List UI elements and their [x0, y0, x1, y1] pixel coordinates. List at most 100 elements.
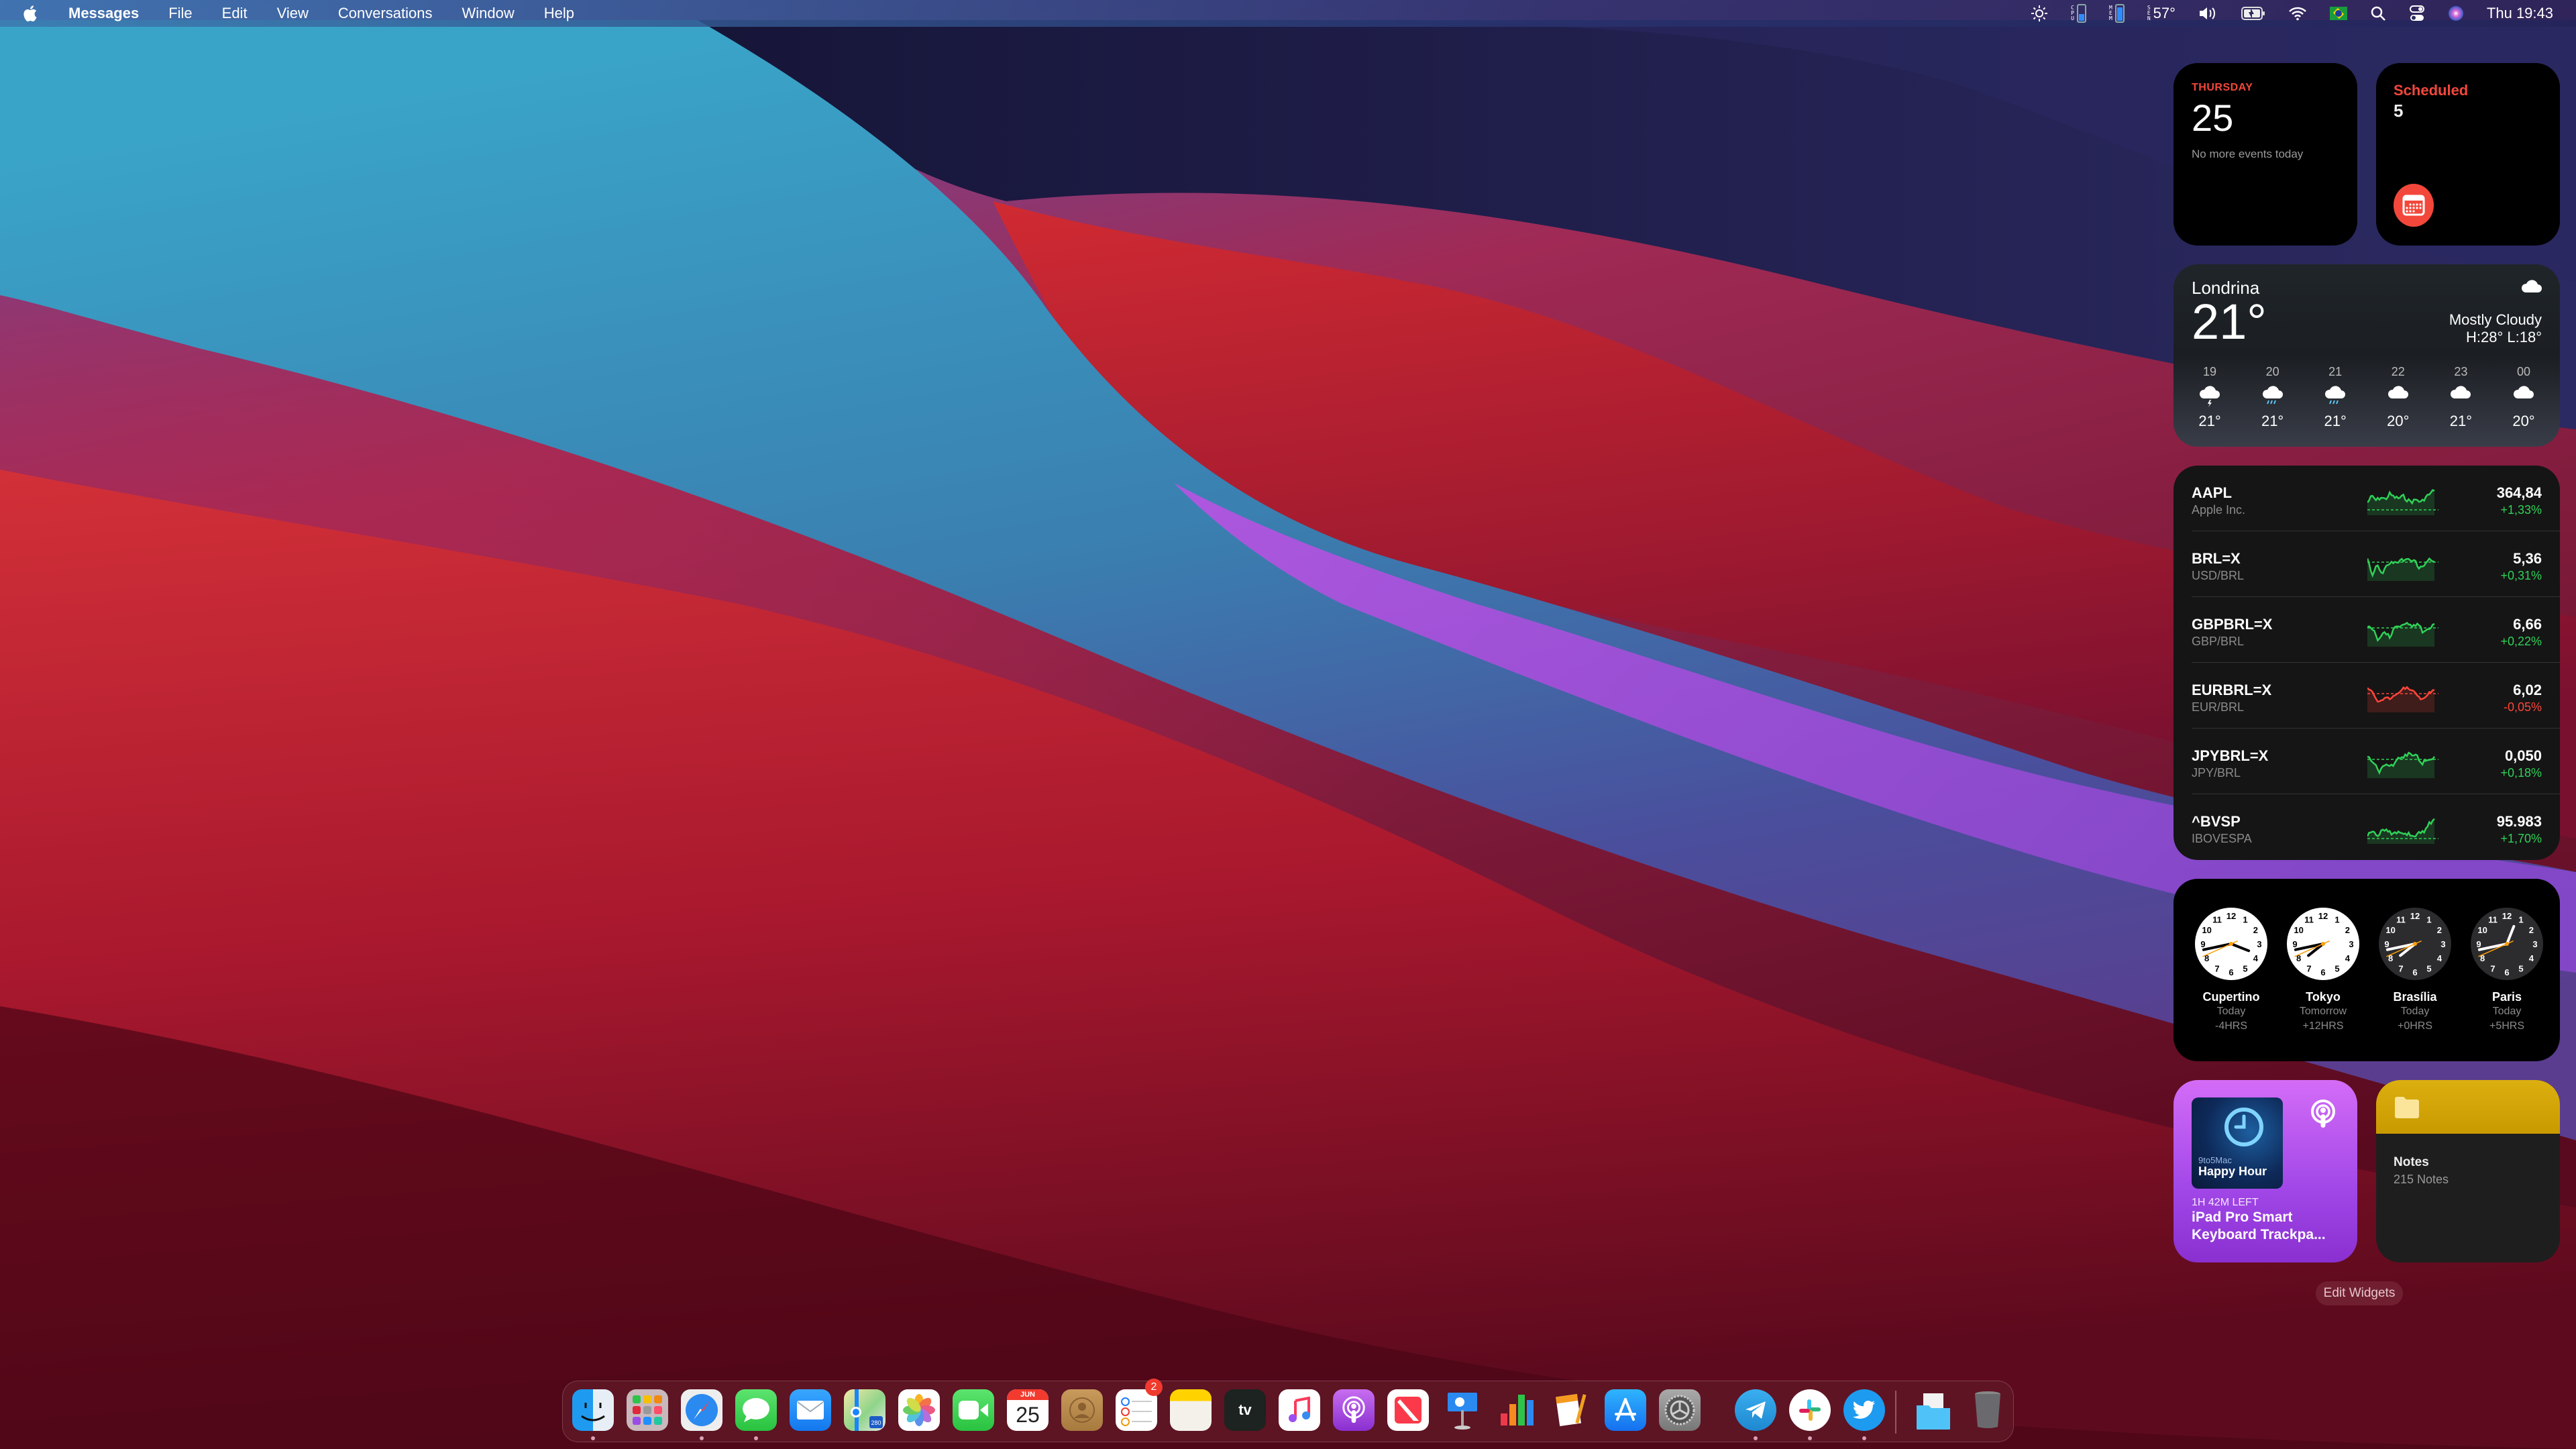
dock-app-facetime[interactable] [953, 1389, 994, 1431]
svg-text:11: 11 [2488, 915, 2498, 925]
menubar-clock[interactable]: Thu 19:43 [2487, 5, 2553, 22]
spotlight-search-icon[interactable] [2370, 0, 2386, 27]
dock-app-notes[interactable] [1170, 1389, 1212, 1431]
podcast-time-left: 1H 42M LEFT [2192, 1197, 2259, 1208]
stock-change: +0,18% [2500, 766, 2542, 780]
hourly-forecast-item: 19 21° [2187, 365, 2233, 430]
dock-app-photos[interactable] [898, 1389, 940, 1431]
sensor-temp-icon[interactable]: SEN 57° [2147, 0, 2176, 27]
world-clock-item[interactable]: 1 2 3 4 5 6 7 8 9 10 11 12 Cupertino Today -4HRS [2184, 907, 2278, 1034]
dock-app-trash[interactable] [1967, 1389, 2008, 1431]
dock-app-app-store[interactable] [1605, 1389, 1646, 1431]
svg-text:11: 11 [2396, 915, 2406, 925]
control-center-icon[interactable] [2409, 0, 2425, 27]
dock-app-pages[interactable] [1550, 1389, 1592, 1431]
dock-app-maps[interactable]: 280 [844, 1389, 885, 1431]
forecast-temp: 21° [2198, 413, 2221, 429]
menu-help[interactable]: Help [544, 5, 574, 22]
stock-row[interactable]: EURBRL=X EUR/BRL 6,02 -0,05% [2192, 663, 2560, 729]
world-clock-item[interactable]: 1 2 3 4 5 6 7 8 9 10 11 12 Paris Today +5HRS [2460, 907, 2554, 1034]
svg-text:1: 1 [2426, 915, 2431, 925]
stock-symbol: ^BVSP [2192, 813, 2241, 830]
dock-app-numbers[interactable] [1496, 1389, 1538, 1431]
svg-text:5: 5 [2518, 963, 2523, 973]
apple-menu-icon[interactable] [23, 5, 38, 22]
clock-city: Cupertino [2202, 990, 2260, 1004]
menu-app-name[interactable]: Messages [68, 5, 139, 22]
podcasts-widget[interactable]: 9to5Mac Happy Hour 1H 42M LEFT iPad Pro … [2174, 1080, 2357, 1263]
dock-app-news[interactable] [1387, 1389, 1429, 1431]
svg-text:10: 10 [2202, 925, 2211, 935]
scheduled-list-button[interactable] [2394, 184, 2434, 227]
stock-name: Apple Inc. [2192, 503, 2246, 517]
menu-view[interactable]: View [277, 5, 309, 22]
input-source-icon[interactable] [2329, 0, 2347, 27]
dock-app-calendar[interactable]: JUN 25 [1007, 1389, 1049, 1431]
stock-sparkline [2367, 557, 2438, 581]
dock-app-music[interactable] [1279, 1389, 1320, 1431]
dock-app-podcasts[interactable] [1333, 1389, 1375, 1431]
svg-text:12: 12 [2410, 911, 2420, 921]
brightness-icon[interactable] [2031, 0, 2048, 27]
dock-app-twitter[interactable] [1843, 1389, 1885, 1431]
podcast-episode-title: iPad Pro Smart Keyboard Trackpa... [2192, 1210, 2326, 1242]
svg-text:3: 3 [2532, 939, 2537, 949]
world-clock-item[interactable]: 1 2 3 4 5 6 7 8 9 10 11 12 Brasília Today +0HRS [2368, 907, 2462, 1034]
weather-widget[interactable]: Londrina 21° Mostly Cloudy H:28° L:18° 1… [2174, 264, 2560, 447]
stock-row[interactable]: GBPBRL=X GBP/BRL 6,66 +0,22% [2192, 597, 2560, 663]
menu-conversations[interactable]: Conversations [338, 5, 433, 22]
stock-row[interactable]: JPYBRL=X JPY/BRL 0,050 +0,18% [2192, 729, 2560, 794]
calendar-grid-icon [2402, 195, 2425, 216]
menu-window[interactable]: Window [462, 5, 515, 22]
temperature-readout: 57° [2153, 5, 2176, 21]
dock-app-safari[interactable] [681, 1389, 722, 1431]
world-clock-item[interactable]: 1 2 3 4 5 6 7 8 9 10 11 12 Tokyo Tomorrow +12HRS [2276, 907, 2370, 1034]
stock-row[interactable]: BRL=X USD/BRL 5,36 +0,31% [2192, 531, 2560, 597]
edit-widgets-button[interactable]: Edit Widgets [2316, 1281, 2403, 1305]
clock-offset: +0HRS [2397, 1020, 2433, 1032]
notes-icon [1170, 1389, 1212, 1431]
reminders-list-name: Scheduled [2394, 82, 2469, 99]
battery-charging-icon[interactable] [2241, 0, 2265, 27]
stock-symbol: EURBRL=X [2192, 682, 2272, 698]
dock-app-telegram[interactable] [1735, 1389, 1776, 1431]
stocks-widget[interactable]: AAPL Apple Inc. 364,84 +1,33% BRL=X USD/BRL 5,… [2174, 466, 2560, 860]
volume-icon[interactable] [2198, 0, 2218, 27]
notes-widget[interactable]: Notes 215 Notes [2376, 1080, 2560, 1263]
reminders-widget[interactable]: Scheduled 5 [2376, 63, 2560, 246]
dock-app-finder[interactable] [572, 1389, 614, 1431]
rain-icon [2325, 386, 2346, 405]
dock-app-tv[interactable]: tv [1224, 1389, 1266, 1431]
running-indicator [700, 1436, 704, 1440]
dock-app-mail[interactable] [790, 1389, 831, 1431]
notes-folder-name: Notes [2394, 1155, 2429, 1169]
calendar-weekday: THURSDAY [2192, 82, 2253, 93]
memory-meter-icon[interactable]: MEM [2109, 0, 2125, 27]
stock-name: IBOVESPA [2192, 832, 2252, 845]
dock-app-messages[interactable] [735, 1389, 777, 1431]
thunderstorm-icon [2199, 386, 2220, 407]
running-indicator [1808, 1436, 1812, 1440]
calendar-widget[interactable]: THURSDAY 25 No more events today [2174, 63, 2357, 246]
svg-text:7: 7 [2490, 963, 2495, 973]
siri-icon[interactable] [2448, 0, 2464, 27]
dock-app-keynote[interactable] [1442, 1389, 1483, 1431]
forecast-temp: 20° [2387, 413, 2410, 429]
dock-app-system-preferences[interactable] [1659, 1389, 1701, 1431]
menu-edit[interactable]: Edit [222, 5, 248, 22]
dock-app-downloads[interactable] [1913, 1389, 1954, 1431]
stock-row[interactable]: ^BVSP IBOVESPA 95.983 +1,70% [2192, 794, 2560, 860]
wifi-icon[interactable] [2288, 0, 2307, 27]
dock-app-slack[interactable] [1789, 1389, 1831, 1431]
world-clock-widget[interactable]: 1 2 3 4 5 6 7 8 9 10 11 12 Cupertino Today -4HRS 1 2 3 4 5 6… [2174, 879, 2560, 1061]
dock-app-launchpad[interactable] [627, 1389, 668, 1431]
stock-price: 5,36 [2513, 550, 2542, 567]
dock-app-contacts[interactable] [1061, 1389, 1103, 1431]
podcast-show-title: Happy Hour [2198, 1165, 2267, 1178]
svg-text:5: 5 [2334, 963, 2339, 973]
cpu-meter-icon[interactable]: CPU [2071, 0, 2086, 27]
stock-row[interactable]: AAPL Apple Inc. 364,84 +1,33% [2192, 466, 2560, 531]
mem-label: MEM [2108, 5, 2112, 21]
svg-text:12: 12 [2318, 911, 2328, 921]
menu-file[interactable]: File [168, 5, 192, 22]
